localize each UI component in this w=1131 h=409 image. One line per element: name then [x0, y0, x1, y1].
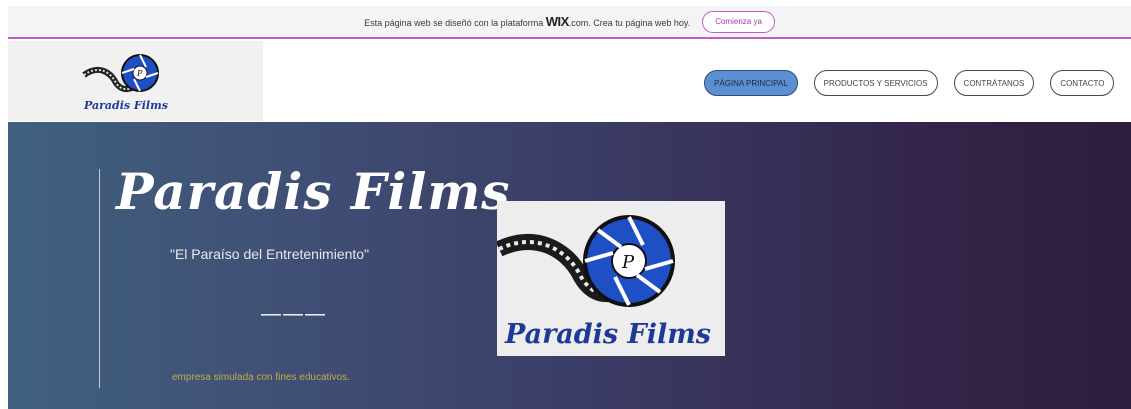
- hero-logo-image: P Paradis Films: [495, 201, 725, 356]
- wix-promo-text-after: .com. Crea tu página web hoy.: [568, 18, 691, 28]
- site-header: P Paradis Films PÁGINA PRINCIPAL PRODUCT…: [8, 41, 1131, 121]
- hero-section: Paradis Films "El Paraíso del Entretenim…: [8, 122, 1131, 409]
- start-now-button[interactable]: Comienza ya: [702, 10, 775, 33]
- wix-logo[interactable]: WIX: [546, 14, 570, 29]
- hero-subtitle: "El Paraíso del Entretenimiento": [170, 246, 370, 262]
- logo-small-text: Paradis Films: [83, 99, 168, 112]
- wix-promo-text: Esta página web se diseñó con la platafo…: [364, 14, 690, 29]
- logo-letter: P: [621, 252, 635, 273]
- hero-footnote: empresa simulada con fines educativos.: [172, 372, 350, 383]
- paradis-films-logo-small: P Paradis Films: [82, 54, 168, 112]
- nav-products-services[interactable]: PRODUCTOS Y SERVICIOS: [813, 70, 938, 96]
- hero-vertical-divider: [99, 169, 100, 388]
- wix-promo-text-before: Esta página web se diseñó con la platafo…: [364, 18, 544, 28]
- svg-text:P: P: [136, 69, 143, 78]
- nav-home[interactable]: PÁGINA PRINCIPAL: [704, 70, 798, 96]
- logo-large-text: Paradis Films: [504, 319, 711, 350]
- wix-promo-banner: Esta página web se diseñó con la platafo…: [8, 6, 1131, 39]
- nav-contact[interactable]: CONTACTO: [1050, 70, 1115, 96]
- hero-separator: ———: [261, 303, 327, 325]
- nav-hire-us[interactable]: CONTRÁTANOS: [953, 70, 1035, 96]
- site-logo[interactable]: P Paradis Films: [8, 41, 263, 121]
- hero-title: Paradis Films: [116, 162, 511, 221]
- paradis-films-logo-large: P Paradis Films: [495, 215, 711, 350]
- main-nav: PÁGINA PRINCIPAL PRODUCTOS Y SERVICIOS C…: [704, 70, 1115, 96]
